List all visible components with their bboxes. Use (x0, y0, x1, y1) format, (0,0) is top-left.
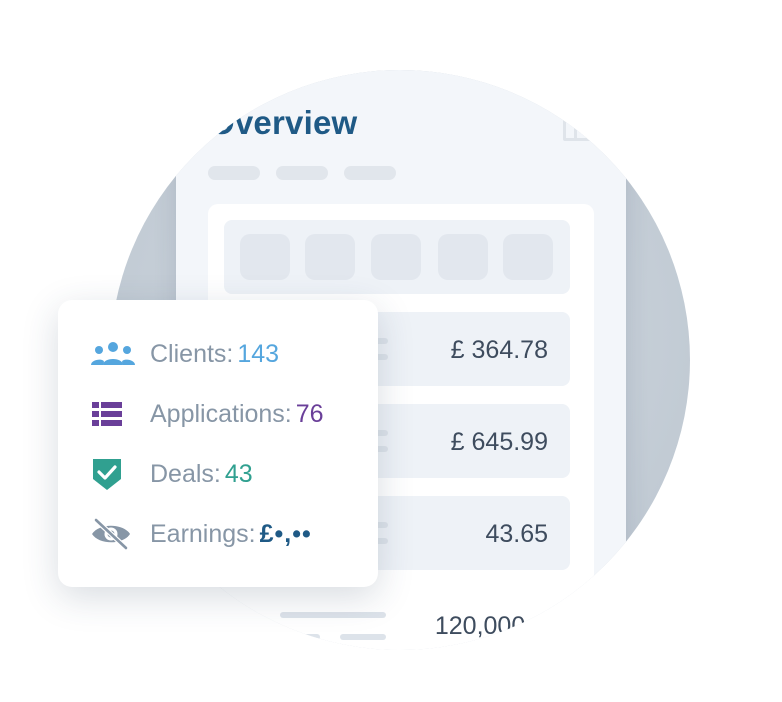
thumbnail[interactable] (305, 234, 355, 280)
stat-label: Clients: (150, 339, 234, 368)
stat-label: Deals: (150, 459, 221, 488)
stat-deals: Deals: 43 (90, 456, 253, 492)
stat-clients: Clients: 143 (90, 336, 279, 372)
shield-check-icon (90, 457, 136, 491)
list-item[interactable]: 120,000.00 (224, 588, 570, 650)
stat-label: Applications: (150, 399, 292, 428)
thumbnail[interactable] (503, 234, 553, 280)
stat-applications: Applications: 76 (90, 396, 324, 432)
stat-value: 43 (224, 459, 253, 488)
eye-off-icon[interactable] (90, 517, 136, 551)
row-amount: 43.65 (485, 520, 548, 548)
row-amount: £ 645.99 (450, 428, 548, 456)
tab-placeholder[interactable] (208, 166, 260, 180)
thumbnail[interactable] (240, 234, 290, 280)
stat-label: Earnings: (150, 519, 256, 548)
layout-icon[interactable] (562, 108, 596, 142)
thumbnail[interactable] (371, 234, 421, 280)
row-amount: £ 364.78 (450, 336, 548, 364)
stats-card: Clients: 143 Applications: 76 Deals: 43 (58, 300, 378, 587)
list-icon (90, 397, 136, 431)
users-icon (90, 337, 136, 371)
page-title: Overview (209, 104, 358, 141)
tab-placeholder[interactable] (276, 166, 328, 180)
thumbnail-row (224, 220, 570, 294)
tab-placeholder[interactable] (344, 166, 396, 180)
stat-value: 143 (237, 339, 280, 368)
stat-value-masked: £•,•• (259, 519, 312, 548)
stat-value: 76 (295, 399, 324, 428)
stat-earnings: Earnings: £•,•• (90, 516, 312, 552)
thumbnail[interactable] (438, 234, 488, 280)
row-amount: 120,000.00 (434, 612, 560, 640)
